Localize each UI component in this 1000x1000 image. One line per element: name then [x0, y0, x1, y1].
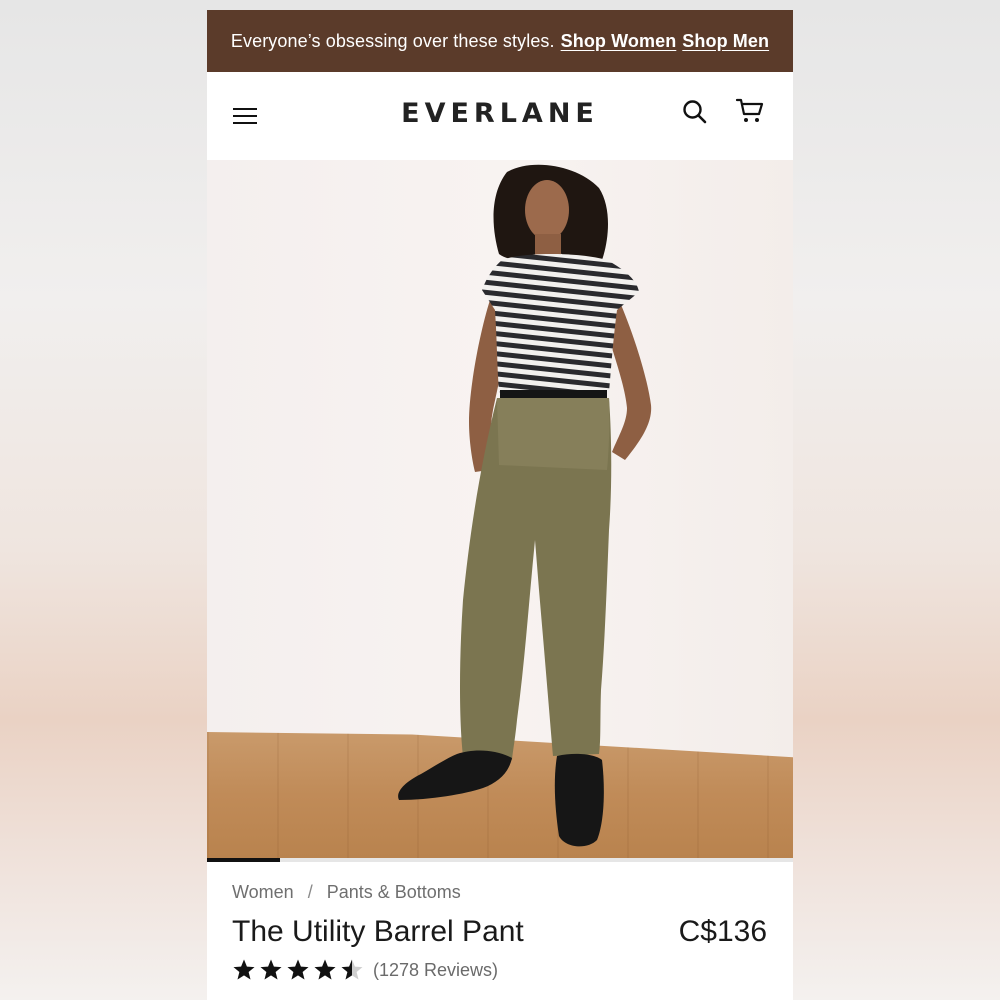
site-header: EVERLANE	[207, 72, 793, 160]
product-price: C$136	[678, 915, 767, 948]
breadcrumb-pants-bottoms[interactable]: Pants & Bottoms	[327, 882, 461, 903]
shop-women-link[interactable]: Shop Women	[561, 31, 677, 52]
gallery-progress-fill	[207, 858, 281, 862]
breadcrumb-separator: /	[307, 882, 313, 902]
rating[interactable]: (1278 Reviews)	[232, 958, 498, 982]
review-count-link[interactable]: (1278 Reviews)	[373, 960, 498, 981]
phone-screen: Everyone’s obsessing over these styles. …	[207, 10, 793, 1000]
shop-men-link[interactable]: Shop Men	[682, 31, 769, 52]
model-figure	[398, 164, 652, 847]
product-title: The Utility Barrel Pant	[232, 915, 524, 948]
star-half-icon	[341, 959, 363, 980]
gallery-progress	[207, 858, 793, 862]
rating-stars	[232, 958, 364, 982]
star-full-icon	[233, 959, 255, 980]
banner-text: Everyone’s obsessing over these styles.	[230, 30, 555, 51]
search-icon[interactable]	[681, 98, 709, 126]
product-image[interactable]	[207, 160, 793, 858]
cart-icon[interactable]	[735, 96, 765, 126]
breadcrumb-women[interactable]: Women	[232, 882, 294, 903]
star-full-icon	[260, 959, 282, 980]
star-full-icon	[314, 959, 336, 980]
breadcrumb: Women / Pants & Bottoms	[232, 882, 461, 903]
promo-banner: Everyone’s obsessing over these styles. …	[207, 10, 793, 72]
star-full-icon	[287, 959, 309, 980]
